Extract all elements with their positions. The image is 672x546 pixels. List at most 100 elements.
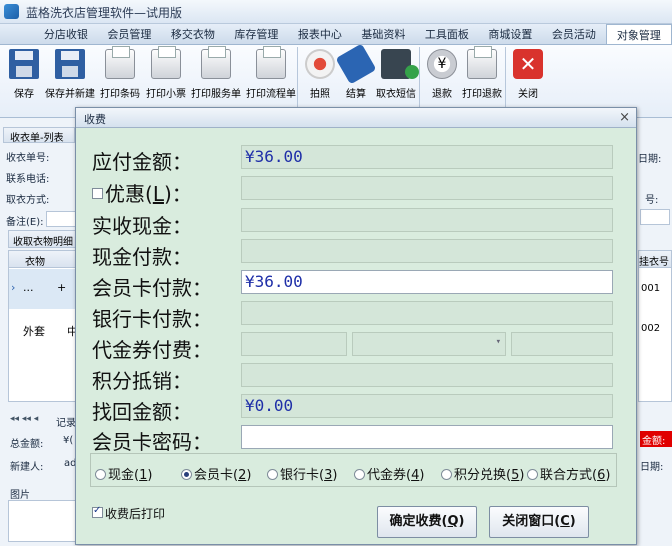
payment-cash-radio[interactable]: 现金(1) xyxy=(95,464,152,483)
print-refund-button[interactable]: 打印退款 xyxy=(460,46,504,100)
save-button[interactable]: 保存 xyxy=(8,49,40,100)
ribbon-group-actions: 拍照 结算 取衣短信 xyxy=(300,43,420,115)
radio-icon xyxy=(527,469,538,480)
total-amount-label: 金额: xyxy=(642,436,666,447)
settle-label: 结算 xyxy=(346,89,366,100)
ribbon-group-refund: ¥ 退款 打印退款 xyxy=(422,46,506,115)
total-amount-badge: 金额: xyxy=(640,431,672,447)
payment-voucher-radio[interactable]: 代金券(4) xyxy=(354,464,424,483)
payment-voucher-suffix: ) xyxy=(419,468,425,483)
refund-button[interactable]: ¥ 退款 xyxy=(426,49,458,100)
tab-inventory[interactable]: 库存管理 xyxy=(225,24,289,44)
table-row[interactable]: 外套 中 xyxy=(9,311,78,351)
cash-received-field[interactable] xyxy=(241,208,613,232)
total-value: ¥( xyxy=(63,435,74,446)
section-tab-label: 收衣单-列表 xyxy=(10,133,64,144)
voucher-number-field[interactable] xyxy=(241,332,347,356)
number-label: 号: xyxy=(645,195,659,206)
chevron-down-icon: ▾ xyxy=(495,337,501,347)
settle-button[interactable]: 结算 xyxy=(335,43,377,100)
discount-checkbox[interactable] xyxy=(92,188,103,199)
confirm-payment-label: 确定收费( xyxy=(389,514,448,529)
pickup-sms-button[interactable]: 取衣短信 xyxy=(374,49,419,100)
tab-mall-settings[interactable]: 商城设置 xyxy=(479,24,543,44)
dialog-title: 收费 xyxy=(84,113,106,126)
change-label: 找回金额： xyxy=(92,400,192,424)
row1-code-cell: 001 xyxy=(641,283,661,294)
phone-sms-icon xyxy=(381,49,419,79)
save-and-new-button[interactable]: 保存并新建 xyxy=(42,49,98,100)
payable-label: 应付金额： xyxy=(92,150,192,174)
close-module-label: 关闭 xyxy=(518,89,538,100)
print-receipt-label: 打印小票 xyxy=(146,89,186,100)
total-label: 总金额: xyxy=(10,439,44,450)
payment-bank-card-label: 银行卡( xyxy=(280,468,325,483)
tab-store-cashier[interactable]: 分店收银 xyxy=(34,24,98,44)
right-grid-header: 挂衣号 xyxy=(638,250,672,268)
payment-points-label: 积分兑换( xyxy=(454,468,512,483)
discount-field[interactable] xyxy=(241,176,613,200)
tab-transfer-clothes[interactable]: 移交衣物 xyxy=(161,24,225,44)
payable-field: ¥36.00 xyxy=(241,145,613,169)
save-and-new-label: 保存并新建 xyxy=(45,89,95,100)
close-window-suffix: ) xyxy=(569,514,576,529)
right-grid: 挂衣号 001 002 xyxy=(638,250,672,402)
tab-reports[interactable]: 报表中心 xyxy=(288,24,352,44)
tab-basic-data[interactable]: 基础资料 xyxy=(352,24,416,44)
main-tabs: 分店收银 会员管理 移交衣物 库存管理 报表中心 基础资料 工具面板 商城设置 … xyxy=(0,24,672,45)
detail-tab[interactable]: 收取衣物明细 xyxy=(8,230,76,248)
bank-card-pay-label: 银行卡付款： xyxy=(92,307,212,331)
print-service-order-button[interactable]: 打印服务单 xyxy=(189,46,243,100)
close-module-button[interactable]: ✕ 关闭 xyxy=(512,49,544,100)
voucher-type-select[interactable]: ▾ xyxy=(352,332,506,356)
payment-points-radio[interactable]: 积分兑换(5) xyxy=(441,464,524,483)
dialog-close-icon[interactable]: × xyxy=(619,110,630,125)
right-input[interactable] xyxy=(640,209,670,225)
yen-coin-icon: ¥ xyxy=(427,49,457,79)
section-tab[interactable]: 收衣单-列表 xyxy=(3,127,75,144)
clothes-grid: 衣物 › ... + 外套 中 xyxy=(8,250,78,402)
bank-card-pay-field[interactable] xyxy=(241,301,613,325)
member-card-pay-field[interactable]: ¥36.00 xyxy=(241,270,613,294)
creator-label: 新建人: xyxy=(10,462,44,473)
print-receipt-button[interactable]: 打印小票 xyxy=(144,46,188,100)
photo-area xyxy=(8,500,76,542)
app-logo-icon xyxy=(4,4,19,19)
discount-label[interactable]: 优惠(L)： xyxy=(92,178,192,207)
cash-received-label: 实收现金： xyxy=(92,214,192,238)
dialog-title-bar: 收费 × xyxy=(76,108,636,128)
printer-icon xyxy=(467,46,497,79)
payment-member-card-radio[interactable]: 会员卡(2) xyxy=(181,464,251,483)
tab-member-activity[interactable]: 会员活动 xyxy=(542,24,606,44)
close-window-key: C xyxy=(560,514,570,529)
points-label: 积分抵销： xyxy=(92,369,192,393)
radio-icon xyxy=(267,469,278,480)
remark-label: 备注(E): xyxy=(6,217,44,228)
grid-nav-icons[interactable]: ◂◂ ◂◂ ◂ xyxy=(10,414,38,424)
voucher-pay-label: 代金券付费： xyxy=(92,338,212,362)
remark-input[interactable] xyxy=(46,211,76,227)
print-process-order-button[interactable]: 打印流程单 xyxy=(244,46,298,100)
radio-icon xyxy=(441,469,452,480)
clothes-grid-header: 衣物 xyxy=(8,250,76,268)
cash-pay-field[interactable] xyxy=(241,239,613,263)
voucher-amount-field[interactable] xyxy=(511,332,613,356)
payment-combined-radio[interactable]: 联合方式(6) xyxy=(527,464,610,483)
print-barcode-button[interactable]: 打印条码 xyxy=(98,46,142,100)
card-password-label: 会员卡密码： xyxy=(92,430,212,454)
discount-label-prefix: 优惠( xyxy=(105,182,153,206)
payment-bank-card-radio[interactable]: 银行卡(3) xyxy=(267,464,337,483)
card-password-field[interactable] xyxy=(241,425,613,449)
tab-object-management[interactable]: 对象管理 xyxy=(605,24,672,44)
close-window-button[interactable]: 关闭窗口(C) xyxy=(489,506,589,538)
radio-selected-icon xyxy=(181,469,192,480)
print-after-payment-checkbox[interactable]: 收费后打印 xyxy=(92,505,165,522)
tabs-spacer xyxy=(0,24,34,44)
table-row[interactable]: › ... + xyxy=(9,269,75,309)
photo-button[interactable]: 拍照 xyxy=(304,49,336,100)
photo-section-label: 图片 xyxy=(10,490,30,501)
confirm-payment-button[interactable]: 确定收费(Q) xyxy=(377,506,477,538)
tab-member-management[interactable]: 会员管理 xyxy=(98,24,162,44)
points-field[interactable] xyxy=(241,363,613,387)
tab-tools[interactable]: 工具面板 xyxy=(415,24,479,44)
